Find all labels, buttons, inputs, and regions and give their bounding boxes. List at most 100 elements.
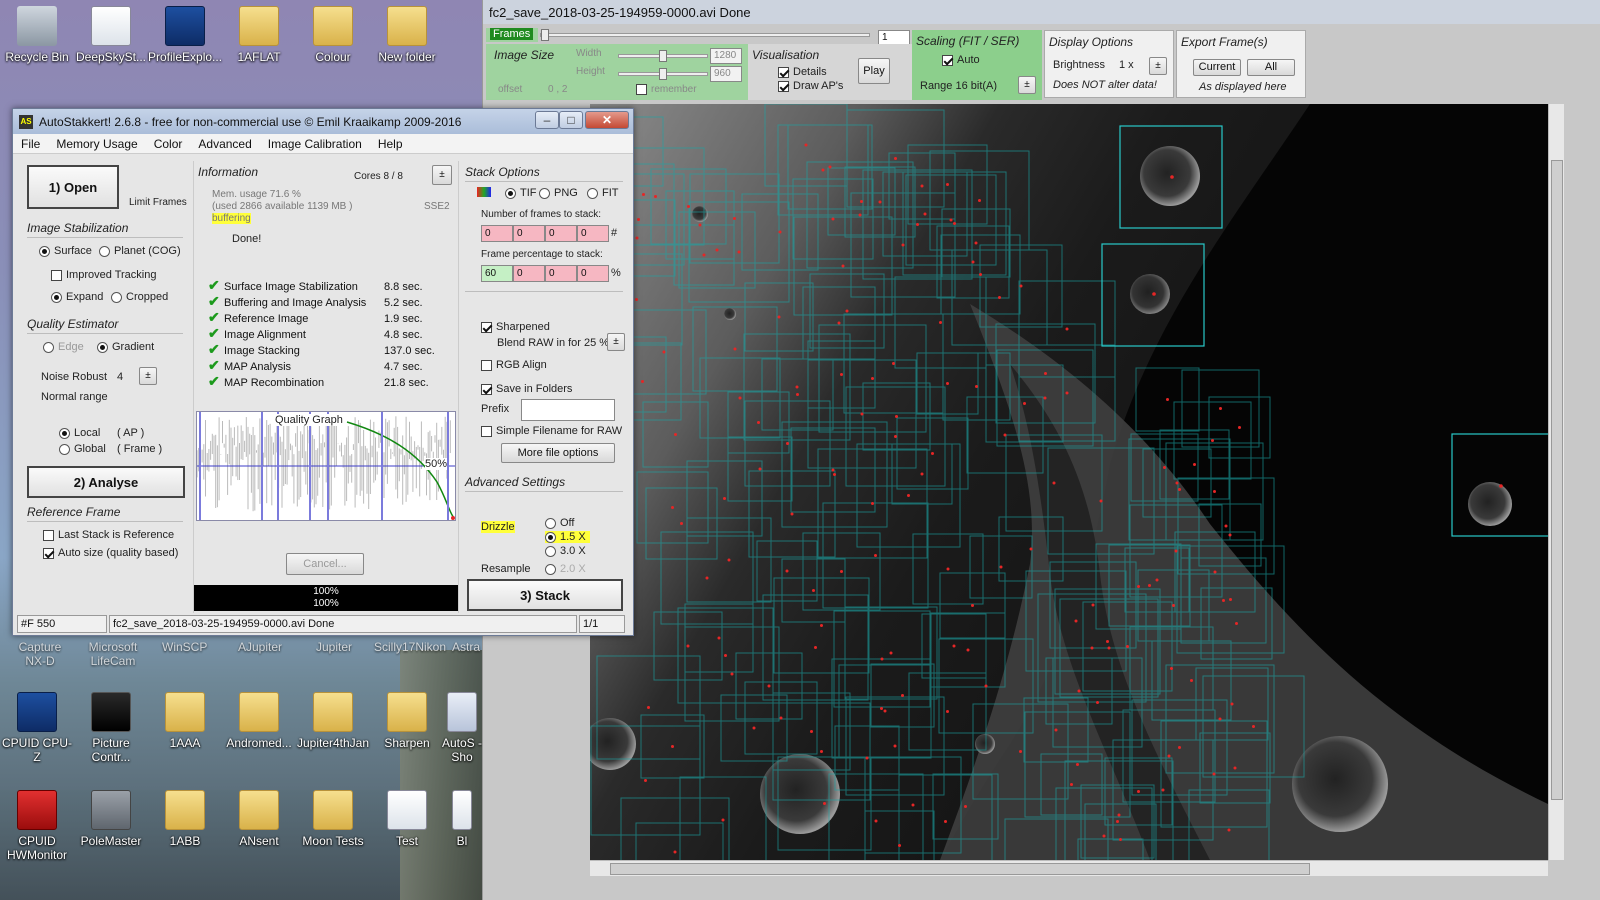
desktop-icon-1aaa[interactable]: 1AAA: [148, 692, 222, 750]
fit-radio-dot[interactable]: [587, 187, 598, 199]
save-in-folders-box[interactable]: [481, 383, 492, 395]
frames-input-3[interactable]: 0: [545, 225, 577, 242]
frames-input-2[interactable]: 0: [513, 225, 545, 242]
improved-tracking-checkbox[interactable]: Improved Tracking: [51, 269, 156, 281]
details-checkbox[interactable]: Details: [778, 66, 827, 78]
desktop-icon-test[interactable]: Test: [370, 790, 444, 848]
cropped-radio[interactable]: Cropped: [111, 291, 168, 303]
local-radio-dot[interactable]: [59, 427, 70, 439]
local-radio[interactable]: Local: [59, 427, 100, 439]
drizzle-15-dot[interactable]: [545, 531, 556, 543]
percentage-input-1[interactable]: 60: [481, 265, 513, 282]
surface-radio[interactable]: Surface: [39, 245, 92, 257]
blend-raw-adjust-button[interactable]: ±: [607, 333, 625, 351]
desktop-icon-ajupiter[interactable]: AJupiter: [238, 640, 282, 654]
desktop-icon-jupiter[interactable]: Jupiter: [316, 640, 352, 654]
export-current-button[interactable]: Current: [1193, 59, 1241, 76]
rgb-align-checkbox[interactable]: RGB Align: [481, 359, 547, 371]
percentage-input-4[interactable]: 0: [577, 265, 609, 282]
menu-file[interactable]: File: [21, 137, 40, 151]
frame-slider-knob[interactable]: [541, 29, 549, 41]
desktop-icon-autostakkert[interactable]: AutoS - Sho: [440, 692, 484, 764]
cores-adjust-button[interactable]: ±: [432, 165, 452, 185]
vertical-scrollbar[interactable]: [1548, 104, 1564, 860]
maximize-button[interactable]: □: [559, 111, 583, 129]
png-radio[interactable]: PNG: [539, 187, 578, 199]
tif-radio-dot[interactable]: [505, 187, 516, 199]
desktop-icon-hwmonitor[interactable]: CPUID HWMonitor: [0, 790, 74, 862]
gradient-radio[interactable]: Gradient: [97, 341, 154, 353]
drizzle-off-radio[interactable]: Off: [545, 517, 574, 529]
desktop-icon-capture-nx[interactable]: Capture NX-D: [16, 640, 64, 668]
width-slider[interactable]: [618, 50, 708, 62]
tif-radio[interactable]: TIF: [505, 187, 537, 199]
frames-input-1[interactable]: 0: [481, 225, 513, 242]
simple-filename-box[interactable]: [481, 425, 492, 437]
cropped-radio-dot[interactable]: [111, 291, 122, 303]
menu-advanced[interactable]: Advanced: [198, 137, 251, 151]
height-value[interactable]: 960: [710, 66, 742, 82]
desktop-icon-1aflat[interactable]: 1AFLAT: [222, 6, 296, 64]
prefix-input[interactable]: [521, 399, 615, 421]
expand-radio-dot[interactable]: [51, 291, 62, 303]
drizzle-30-radio[interactable]: 3.0 X: [545, 545, 586, 557]
desktop-icon-ansent[interactable]: ANsent: [222, 790, 296, 848]
limit-frames-label[interactable]: Limit Frames: [129, 197, 187, 208]
desktop-icon-sharpen[interactable]: Sharpen: [370, 692, 444, 750]
expand-radio[interactable]: Expand: [51, 291, 103, 303]
play-button[interactable]: Play: [858, 58, 890, 84]
frames-input-4[interactable]: 0: [577, 225, 609, 242]
desktop-icon-polemaster[interactable]: PoleMaster: [74, 790, 148, 848]
draw-aps-checkbox-box[interactable]: [778, 80, 789, 92]
analyse-button[interactable]: 2) Analyse: [27, 466, 185, 498]
desktop-icon-lifecam[interactable]: Microsoft LifeCam: [86, 640, 140, 668]
percentage-input-2[interactable]: 0: [513, 265, 545, 282]
gradient-radio-dot[interactable]: [97, 341, 108, 353]
desktop-icon-picture-control[interactable]: Picture Contr...: [74, 692, 148, 764]
close-button[interactable]: ✕: [585, 111, 629, 129]
desktop-icon-winscp[interactable]: WinSCP: [162, 640, 207, 654]
desktop-icon-1abb[interactable]: 1ABB: [148, 790, 222, 848]
open-button[interactable]: 1) Open: [27, 165, 119, 209]
frame-image-view[interactable]: [590, 104, 1548, 860]
desktop-icon-moon-tests[interactable]: Moon Tests: [296, 790, 370, 848]
last-stack-box[interactable]: [43, 529, 54, 541]
improved-tracking-box[interactable]: [51, 269, 62, 281]
desktop-icon-astra[interactable]: Astra: [452, 640, 480, 654]
menu-color[interactable]: Color: [154, 137, 183, 151]
drizzle-15-radio[interactable]: 1.5 X: [545, 531, 590, 543]
fit-radio[interactable]: FIT: [587, 187, 619, 199]
png-radio-dot[interactable]: [539, 187, 550, 199]
desktop-icon-colour[interactable]: Colour: [296, 6, 370, 64]
height-slider[interactable]: [618, 68, 708, 80]
menu-memory-usage[interactable]: Memory Usage: [56, 137, 137, 151]
planet-radio[interactable]: Planet (COG): [99, 245, 181, 257]
desktop-icon-new-folder[interactable]: New folder: [370, 6, 444, 64]
export-all-button[interactable]: All: [1247, 59, 1295, 76]
desktop-icon-profileexplorer[interactable]: ProfileExplo...: [148, 6, 222, 64]
planet-radio-dot[interactable]: [99, 245, 110, 257]
menu-image-calibration[interactable]: Image Calibration: [268, 137, 362, 151]
desktop-icon-recycle-bin[interactable]: Recycle Bin: [0, 6, 74, 64]
desktop-icon-andromeda[interactable]: Andromed...: [222, 692, 296, 750]
percentage-input-3[interactable]: 0: [545, 265, 577, 282]
edge-radio-dot[interactable]: [43, 341, 54, 353]
sharpened-checkbox[interactable]: Sharpened: [481, 321, 550, 333]
width-slider-knob[interactable]: [659, 50, 667, 62]
edge-radio[interactable]: Edge: [43, 341, 84, 353]
details-checkbox-box[interactable]: [778, 66, 789, 78]
auto-size-box[interactable]: [43, 547, 54, 559]
auto-checkbox-box[interactable]: [942, 54, 953, 66]
save-in-folders-checkbox[interactable]: Save in Folders: [481, 383, 572, 395]
surface-radio-dot[interactable]: [39, 245, 50, 257]
cancel-button[interactable]: Cancel...: [286, 553, 364, 575]
desktop-icon-bl[interactable]: Bl: [440, 790, 484, 848]
desktop-icon-cpuz[interactable]: CPUID CPU-Z: [0, 692, 74, 764]
simple-filename-checkbox[interactable]: Simple Filename for RAW: [481, 425, 622, 437]
last-stack-checkbox[interactable]: Last Stack is Reference: [43, 529, 174, 541]
sharpened-box[interactable]: [481, 321, 492, 333]
horizontal-scroll-thumb[interactable]: [610, 863, 1310, 875]
remember-checkbox[interactable]: remember: [636, 84, 697, 95]
global-radio-dot[interactable]: [59, 443, 70, 455]
frame-slider[interactable]: [540, 29, 870, 41]
